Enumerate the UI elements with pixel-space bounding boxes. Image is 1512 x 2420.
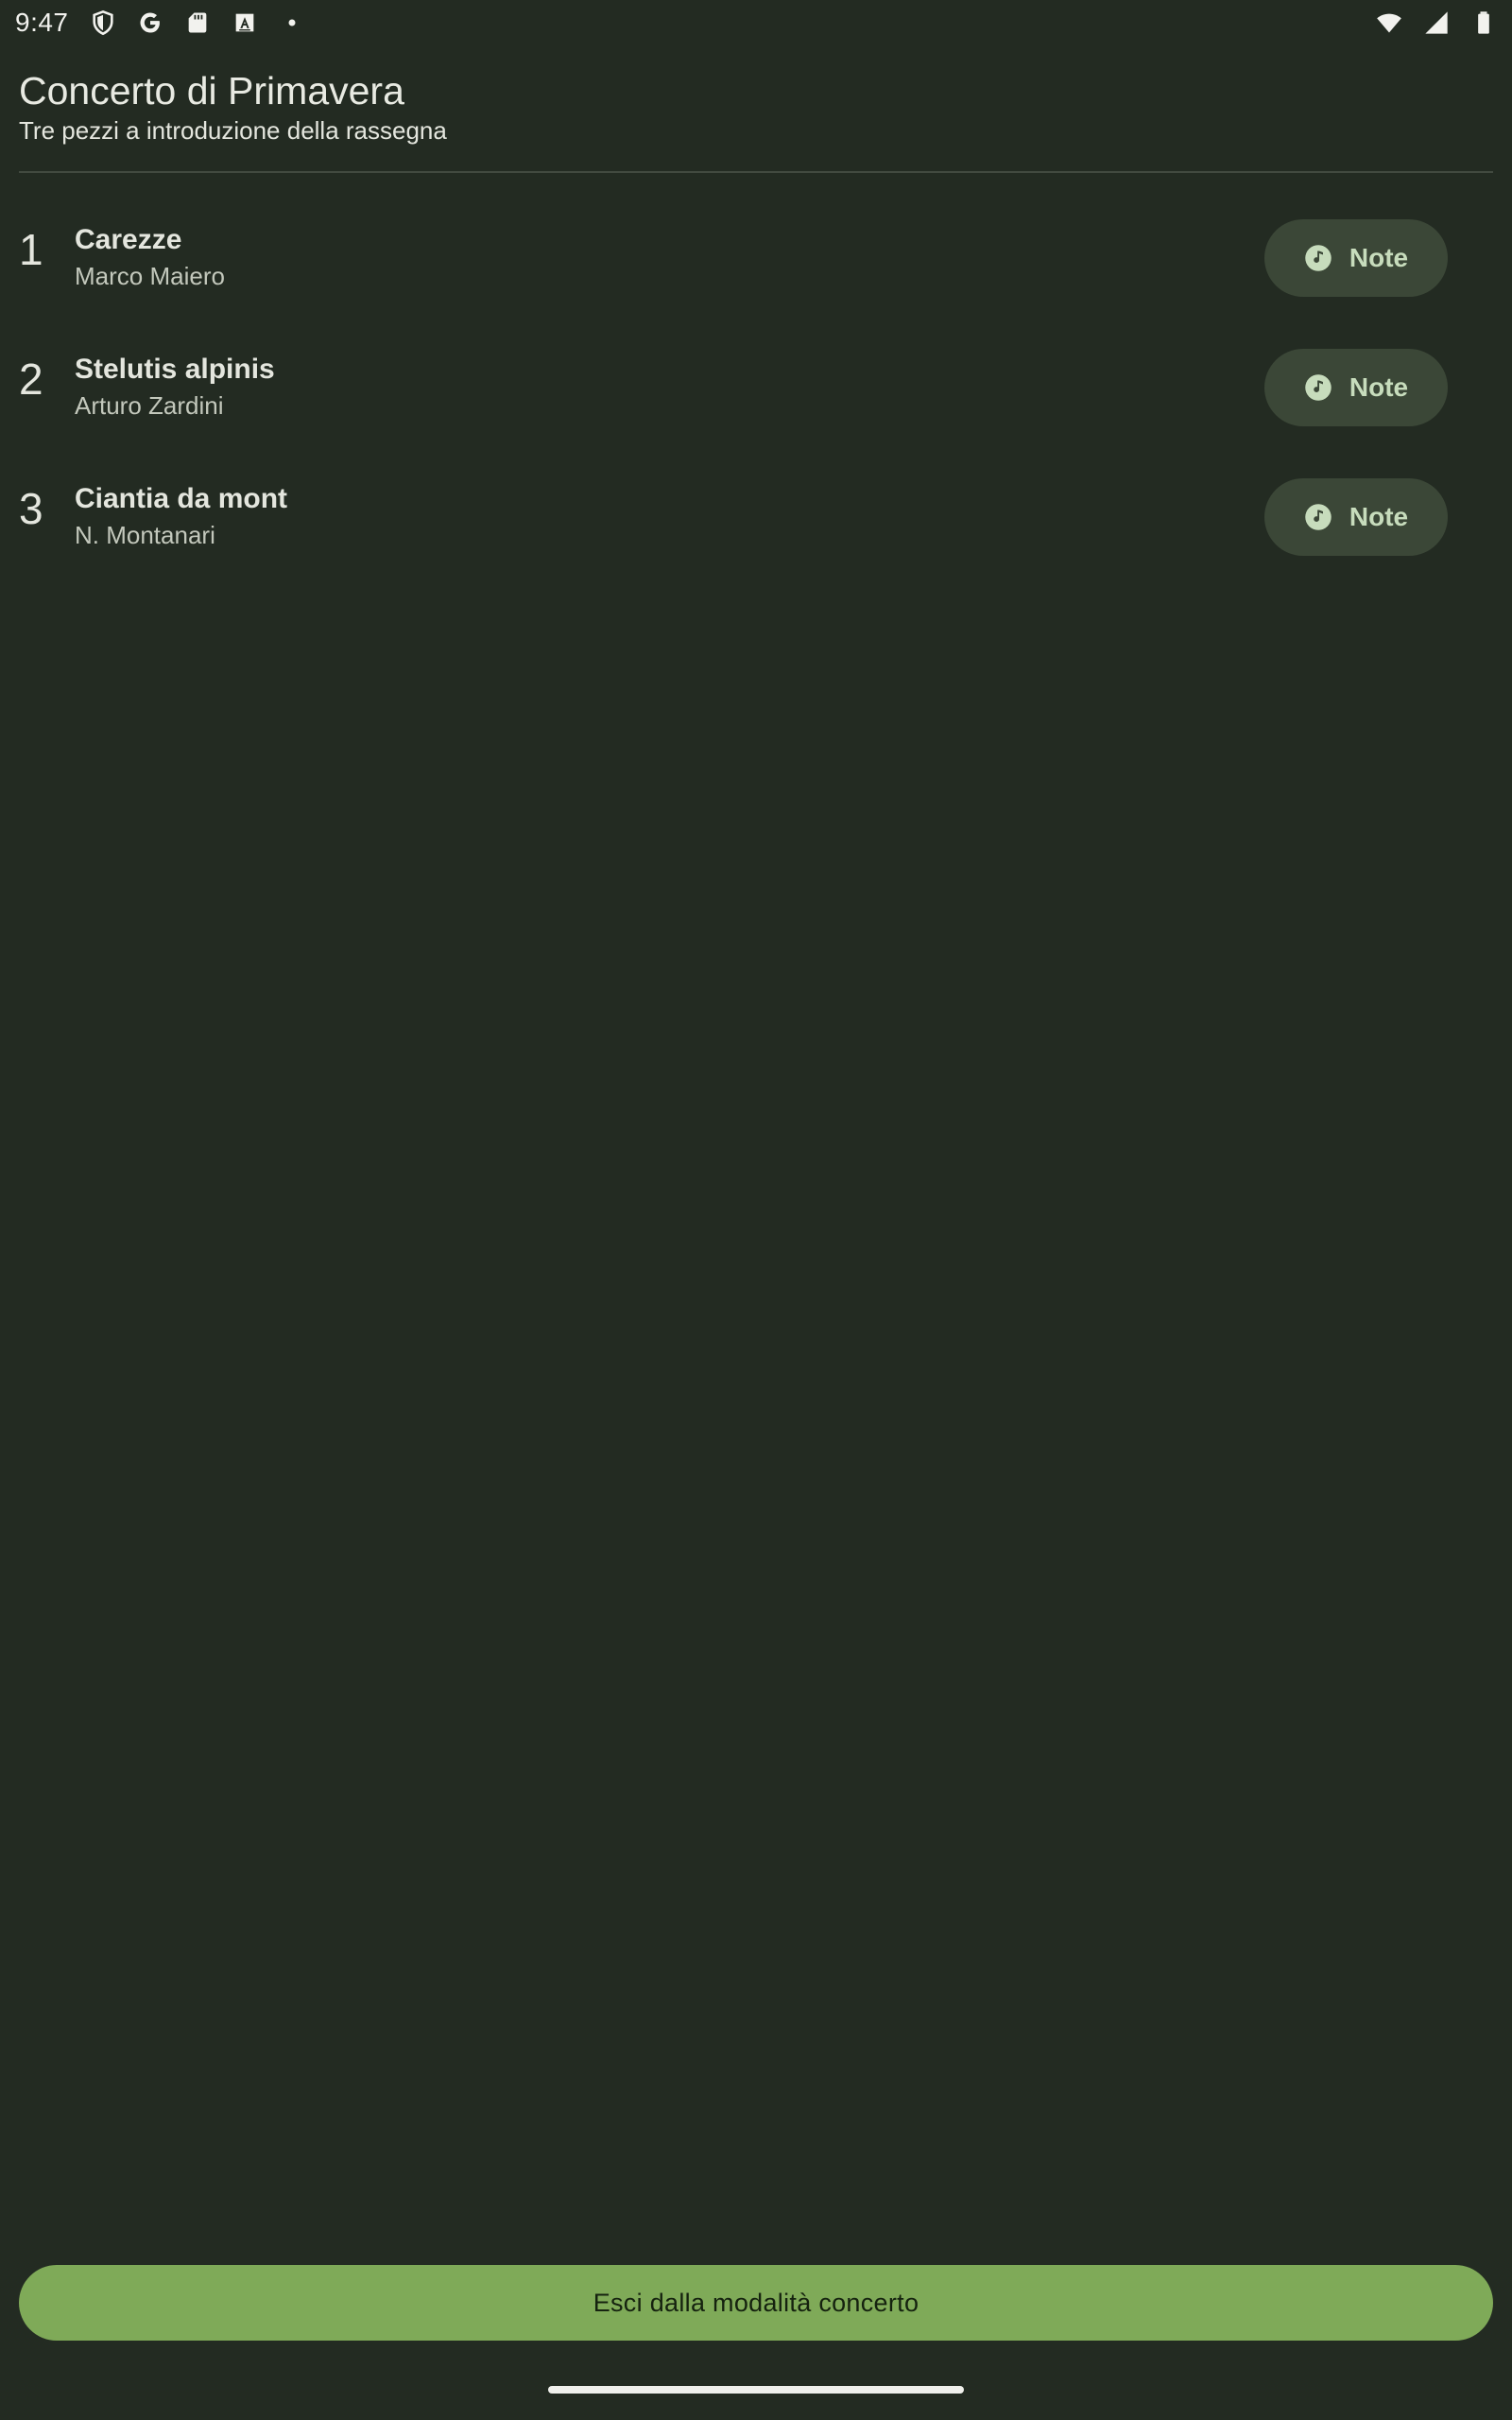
- piece-list: 1 Carezze Marco Maiero Note 2 Stelutis a…: [0, 206, 1512, 595]
- header: Concerto di Primavera Tre pezzi a introd…: [19, 66, 1493, 146]
- piece-composer: Arturo Zardini: [75, 391, 224, 420]
- music-note-icon: [1304, 373, 1332, 402]
- piece-title: Carezze: [75, 224, 182, 255]
- piece-number: 3: [19, 484, 43, 533]
- piece-row: 3 Ciantia da mont N. Montanari Note: [0, 465, 1512, 595]
- music-note-icon: [1304, 503, 1332, 531]
- piece-composer: N. Montanari: [75, 521, 215, 549]
- page-title: Concerto di Primavera: [19, 69, 404, 112]
- music-note-icon: [1304, 244, 1332, 272]
- exit-concert-mode-label: Esci dalla modalità concerto: [593, 2288, 919, 2317]
- font-a-icon: [232, 9, 258, 36]
- note-button[interactable]: Note: [1264, 349, 1448, 426]
- status-right: [1376, 9, 1497, 36]
- note-button[interactable]: Note: [1264, 219, 1448, 297]
- piece-title: Ciantia da mont: [75, 483, 288, 514]
- status-bar: 9:47: [0, 0, 1512, 45]
- page-subtitle: Tre pezzi a introduzione della rassegna: [19, 116, 447, 145]
- piece-title: Stelutis alpinis: [75, 354, 275, 385]
- concert-mode-screen: 9:47 Concerto di Primavera Tre pezzi a i…: [0, 0, 1512, 2420]
- piece-composer: Marco Maiero: [75, 262, 225, 290]
- battery-icon: [1470, 9, 1497, 36]
- note-button[interactable]: Note: [1264, 478, 1448, 556]
- piece-row: 2 Stelutis alpinis Arturo Zardini Note: [0, 336, 1512, 465]
- google-icon: [137, 9, 163, 36]
- signal-icon: [1423, 9, 1450, 36]
- header-divider: [19, 171, 1493, 173]
- sd-card-icon: [184, 9, 211, 36]
- note-button-label: Note: [1349, 502, 1409, 531]
- status-time: 9:47: [15, 8, 69, 37]
- piece-number: 2: [19, 354, 43, 404]
- dot-icon: [279, 9, 305, 36]
- status-left: 9:47: [15, 8, 305, 38]
- shield-icon: [90, 9, 116, 36]
- note-button-label: Note: [1349, 372, 1409, 402]
- piece-number: 1: [19, 225, 43, 274]
- home-indicator[interactable]: [548, 2386, 964, 2394]
- wifi-icon: [1376, 9, 1402, 36]
- note-button-label: Note: [1349, 243, 1409, 272]
- exit-concert-mode-button[interactable]: Esci dalla modalità concerto: [19, 2265, 1493, 2341]
- piece-row: 1 Carezze Marco Maiero Note: [0, 206, 1512, 336]
